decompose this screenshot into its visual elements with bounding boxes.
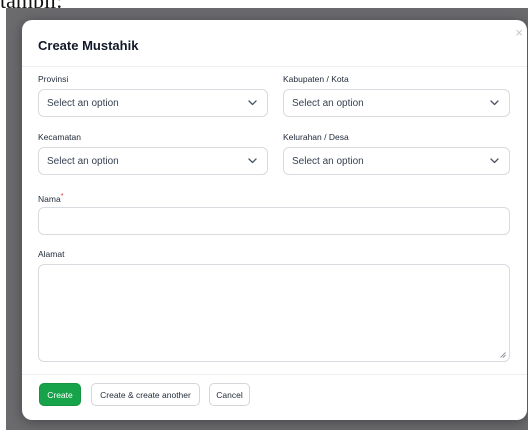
footer-divider <box>22 374 527 375</box>
nama-label: Nama* <box>38 192 63 204</box>
alamat-label: Alamat <box>38 249 65 259</box>
alamat-textarea[interactable] <box>38 264 510 362</box>
kelurahan-placeholder: Select an option <box>292 156 364 167</box>
kabupaten-placeholder: Select an option <box>292 98 364 109</box>
chevron-down-icon <box>248 100 257 106</box>
create-mustahik-modal: Create Mustahik × Provinsi Select an opt… <box>22 20 527 420</box>
required-marker: * <box>60 192 64 200</box>
cancel-button[interactable]: Cancel <box>209 383 250 406</box>
provinsi-placeholder: Select an option <box>47 98 119 109</box>
create-another-button[interactable]: Create & create another <box>91 383 200 406</box>
resize-handle-icon[interactable] <box>500 352 506 358</box>
provinsi-select[interactable]: Select an option <box>38 89 268 117</box>
kecamatan-label: Kecamatan <box>38 132 81 142</box>
modal-title: Create Mustahik <box>38 38 139 53</box>
chevron-down-icon <box>490 100 499 106</box>
provinsi-label: Provinsi <box>38 74 69 84</box>
chevron-down-icon <box>490 158 499 164</box>
close-icon[interactable]: × <box>515 26 523 39</box>
kabupaten-select[interactable]: Select an option <box>283 89 510 117</box>
kelurahan-label: Kelurahan / Desa <box>283 132 349 142</box>
create-button[interactable]: Create <box>39 383 81 406</box>
nama-input[interactable] <box>38 207 510 235</box>
kecamatan-placeholder: Select an option <box>47 156 119 167</box>
nama-label-text: Nama <box>38 193 61 204</box>
chevron-down-icon <box>248 158 257 164</box>
kecamatan-select[interactable]: Select an option <box>38 147 268 175</box>
header-divider <box>22 66 527 67</box>
kelurahan-select[interactable]: Select an option <box>283 147 510 175</box>
kabupaten-label: Kabupaten / Kota <box>283 74 349 84</box>
